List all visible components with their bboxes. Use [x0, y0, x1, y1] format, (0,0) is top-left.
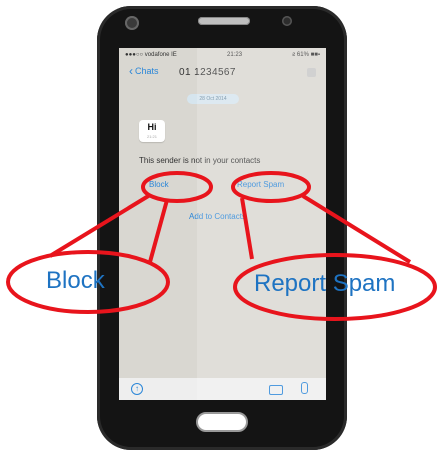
report-spam-callout-label: Report Spam — [254, 270, 396, 297]
spam-callout-pointer-2 — [301, 194, 412, 264]
callout-overlay — [6, 171, 437, 321]
block-highlight-ring — [141, 171, 213, 203]
spam-callout-pointer-1 — [240, 197, 254, 260]
report-spam-highlight-ring — [231, 171, 311, 203]
block-callout-pointer-2 — [148, 199, 169, 263]
block-callout-pointer-1 — [48, 193, 152, 258]
block-callout-label: Block — [46, 267, 105, 294]
